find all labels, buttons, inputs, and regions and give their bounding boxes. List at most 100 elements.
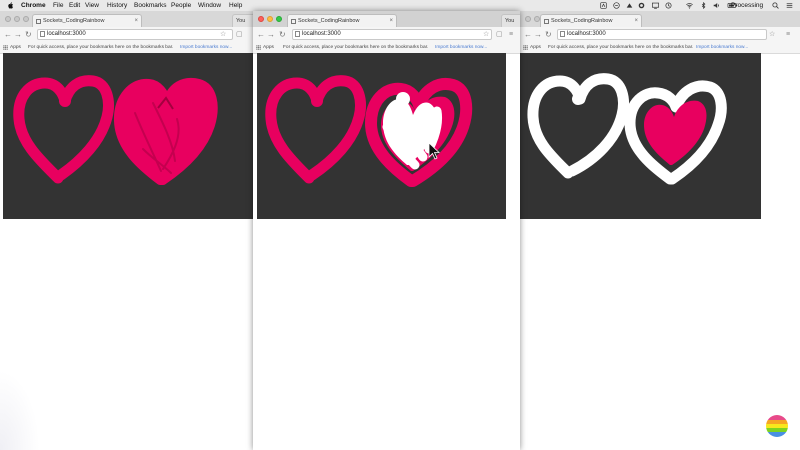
menu-edit[interactable]: Edit: [69, 0, 80, 11]
back-icon[interactable]: ←: [257, 29, 265, 40]
back-icon[interactable]: ←: [4, 29, 12, 40]
heart-dot-drawing: [59, 95, 71, 107]
status-icon-3[interactable]: [626, 2, 633, 9]
close-window-icon[interactable]: [258, 16, 264, 22]
menu-icon[interactable]: ≡: [786, 30, 790, 39]
zoom-window-icon[interactable]: [23, 16, 29, 22]
close-tab-icon[interactable]: ×: [389, 15, 393, 27]
tab-strip: Sockets_CodingRainbow ×: [520, 11, 800, 27]
bookmarks-hint: For quick access, place your bookmarks h…: [548, 45, 694, 50]
menu-app-name[interactable]: Chrome: [21, 0, 46, 11]
import-bookmarks-link[interactable]: Import bookmarks now...: [180, 42, 232, 53]
tab-sockets[interactable]: Sockets_CodingRainbow ×: [540, 14, 642, 27]
star-icon[interactable]: ☆: [483, 30, 489, 39]
search-icon[interactable]: [772, 2, 779, 9]
page-icon: [40, 31, 45, 37]
browser-toolbar: ← → ↻ localhost:3000 ☆ ▢ ≡: [253, 27, 520, 43]
address-text: localhost:3000: [47, 31, 86, 37]
white-blob-drawing: [396, 92, 410, 106]
browser-toolbar: ← → ↻ localhost:3000 ☆ ≡: [520, 27, 800, 43]
apps-icon[interactable]: [523, 45, 528, 50]
heart-dot-drawing: [311, 95, 323, 107]
volume-icon[interactable]: [713, 2, 720, 9]
browser-toolbar: ← → ↻ localhost:3000 ☆ ▢: [0, 27, 253, 43]
browser-window-middle: Sockets_CodingRainbow × You ← → ↻ localh…: [253, 11, 520, 450]
favicon-icon: [544, 19, 549, 24]
zoom-window-icon[interactable]: [276, 16, 282, 22]
drawing-canvas[interactable]: [3, 53, 253, 219]
menu-processing[interactable]: Processing: [731, 0, 763, 11]
apps-icon[interactable]: [256, 45, 261, 50]
favicon-icon: [291, 19, 296, 24]
tab-title: Sockets_CodingRainbow: [43, 18, 105, 24]
bookmarks-apps[interactable]: Apps: [10, 42, 21, 53]
import-bookmarks-link[interactable]: Import bookmarks now...: [435, 42, 487, 53]
close-window-icon[interactable]: [525, 16, 531, 22]
close-window-icon[interactable]: [5, 16, 11, 22]
favicon-icon: [36, 19, 41, 24]
address-bar[interactable]: localhost:3000: [557, 29, 767, 40]
forward-icon[interactable]: →: [14, 29, 22, 40]
menu-view[interactable]: View: [85, 0, 99, 11]
status-icon-2[interactable]: [613, 2, 620, 9]
drawing-canvas[interactable]: [257, 53, 506, 219]
bookmarks-hint: For quick access, place your bookmarks h…: [28, 45, 174, 50]
extension-icon[interactable]: ▢: [496, 30, 503, 39]
menu-history[interactable]: History: [107, 0, 127, 11]
tab-sockets[interactable]: Sockets_CodingRainbow ×: [32, 14, 142, 27]
menu-bookmarks[interactable]: Bookmarks: [134, 0, 167, 11]
heart-dot-drawing: [572, 93, 584, 105]
page-icon: [560, 31, 565, 37]
tab-title: You: [236, 18, 246, 24]
status-icon-4[interactable]: [638, 2, 645, 9]
menu-people[interactable]: People: [171, 0, 191, 11]
forward-icon[interactable]: →: [267, 29, 275, 40]
menu-icon[interactable]: ≡: [509, 30, 513, 39]
menu-help[interactable]: Help: [229, 0, 242, 11]
apple-icon[interactable]: [7, 2, 14, 9]
bookmarks-apps[interactable]: Apps: [530, 42, 541, 53]
menu-file[interactable]: File: [53, 0, 63, 11]
status-icon-1[interactable]: [600, 2, 607, 9]
back-icon[interactable]: ←: [524, 29, 532, 40]
bluetooth-icon[interactable]: [700, 2, 707, 9]
background-fade: [0, 370, 40, 450]
coding-rainbow-logo-icon: [766, 415, 788, 437]
list-icon[interactable]: [786, 2, 793, 9]
forward-icon[interactable]: →: [534, 29, 542, 40]
tab-title: You: [505, 18, 515, 24]
wifi-icon[interactable]: [686, 2, 693, 9]
minimize-window-icon[interactable]: [267, 16, 273, 22]
tab-strip: Sockets_CodingRainbow × You: [0, 11, 253, 27]
page-icon: [295, 31, 300, 37]
address-text: localhost:3000: [302, 31, 341, 37]
reload-icon[interactable]: ↻: [545, 29, 552, 40]
star-icon[interactable]: ☆: [769, 30, 775, 39]
close-tab-icon[interactable]: ×: [634, 15, 638, 27]
tab-second[interactable]: You: [501, 14, 520, 27]
extension-icon[interactable]: ▢: [236, 30, 243, 39]
tab-title: Sockets_CodingRainbow: [298, 18, 360, 24]
display-icon[interactable]: [652, 2, 659, 9]
address-bar[interactable]: localhost:3000: [292, 29, 492, 40]
star-icon[interactable]: ☆: [220, 30, 226, 39]
browser-window-right: Sockets_CodingRainbow × ← → ↻ localhost:…: [520, 11, 800, 450]
tab-second[interactable]: You: [232, 14, 253, 27]
drawing-canvas[interactable]: [520, 53, 761, 219]
minimize-window-icon[interactable]: [14, 16, 20, 22]
address-text: localhost:3000: [567, 31, 606, 37]
address-bar[interactable]: localhost:3000: [37, 29, 233, 40]
import-bookmarks-link[interactable]: Import bookmarks now...: [696, 42, 748, 53]
reload-icon[interactable]: ↻: [279, 29, 286, 40]
apps-icon[interactable]: [3, 45, 8, 50]
bookmarks-apps[interactable]: Apps: [263, 42, 274, 53]
heart-outline-drawing: [527, 73, 629, 179]
tab-strip: Sockets_CodingRainbow × You: [253, 11, 520, 27]
reload-icon[interactable]: ↻: [25, 29, 32, 40]
tab-sockets[interactable]: Sockets_CodingRainbow ×: [287, 14, 397, 27]
menu-window[interactable]: Window: [198, 0, 221, 11]
close-tab-icon[interactable]: ×: [134, 15, 138, 27]
bookmarks-hint: For quick access, place your bookmarks h…: [283, 45, 429, 50]
time-machine-icon[interactable]: [665, 2, 672, 9]
tab-title: Sockets_CodingRainbow: [551, 18, 613, 24]
